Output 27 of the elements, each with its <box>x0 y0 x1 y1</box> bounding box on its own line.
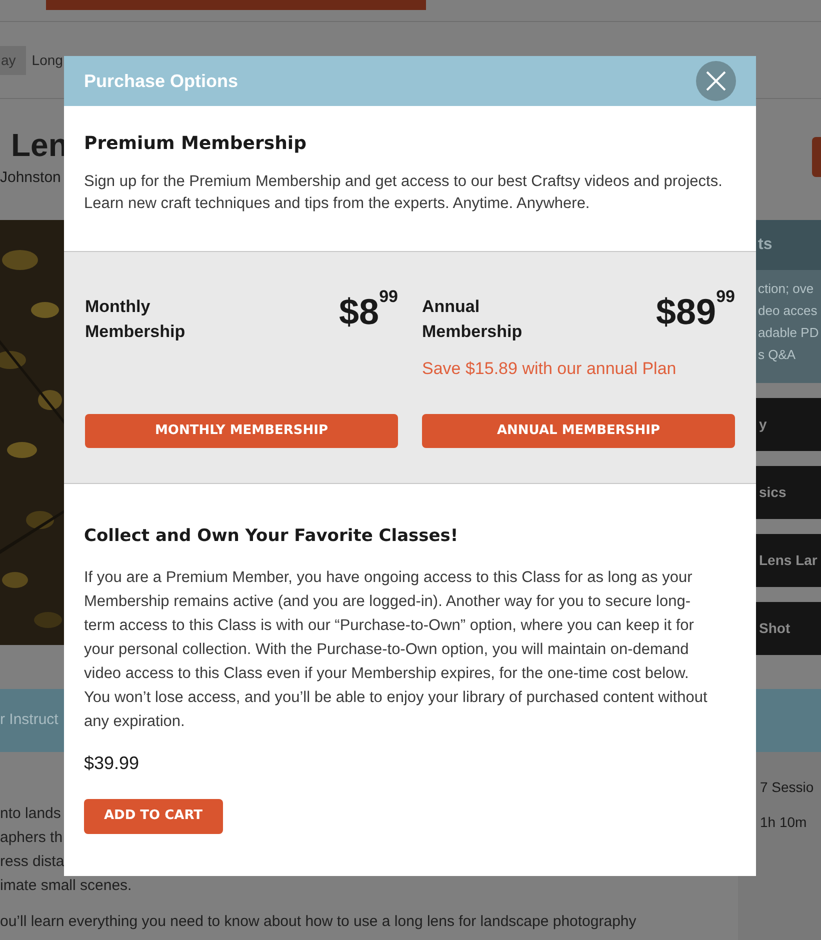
description-text: imate small scenes. <box>0 876 132 896</box>
plan-name: Monthly Membership <box>85 296 186 343</box>
description-text: aphers th <box>0 828 63 848</box>
section-heading: Collect and Own Your Favorite Classes! <box>84 525 460 548</box>
description-text: ou’ll learn everything you need to know about how to use a long lens for landscape photography <box>0 912 636 932</box>
description-text: nto lands <box>0 804 61 824</box>
plan-name: Annual Membership <box>422 296 524 343</box>
breadcrumb-item[interactable]: Long <box>32 50 63 70</box>
membership-button[interactable]: ANNUAL MEMBERSHIP <box>422 414 735 448</box>
sidebar-text: s Q&A <box>757 346 797 364</box>
description-text: ress dista <box>0 852 64 872</box>
close-icon <box>706 71 726 91</box>
breadcrumb-item[interactable]: ay <box>0 46 26 74</box>
membership-description: Sign up for the Premium Membership and get access to our best Craftsy videos and projects. Learn new craft techniques and tips from the experts. Anytime. Anywhere. <box>84 172 724 214</box>
close-button[interactable] <box>696 61 736 101</box>
sidebar-text: adable PD <box>757 324 820 342</box>
dialog-title: Purchase Options <box>84 70 238 93</box>
add-to-cart-button[interactable]: ADD TO CART <box>84 798 223 834</box>
savings-note: Save $15.89 with our annual Plan <box>422 359 676 378</box>
class-fact: 1h 10m <box>760 813 808 832</box>
class-fact: 7 Sessio <box>760 778 815 797</box>
instructor-name: Johnston <box>0 168 62 188</box>
sidebar-text: ction; ove <box>757 280 815 298</box>
membership-button[interactable]: MONTHLY MEMBERSHIP <box>85 414 398 448</box>
section-heading: Premium Membership <box>84 132 308 156</box>
sidebar-text: deo acces <box>757 302 818 320</box>
class-price: $39.99 <box>84 752 140 774</box>
